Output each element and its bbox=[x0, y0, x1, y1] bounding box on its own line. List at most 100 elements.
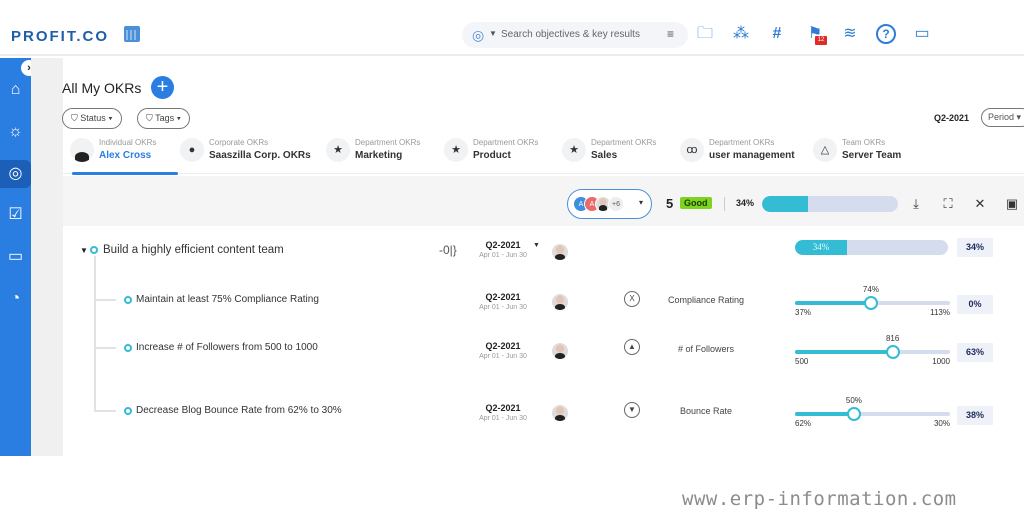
period-label: Q2-2021 bbox=[485, 292, 521, 302]
key-result-title[interactable]: Decrease Blog Bounce Rate from 62% to 30… bbox=[136, 405, 342, 416]
sidebar: ⌂ ☼ ◎ ☑ ▭ ◔ bbox=[0, 58, 31, 456]
start-value: 500 bbox=[795, 357, 809, 366]
home-icon: ⌂ bbox=[10, 81, 21, 98]
decrease-icon: ▼ bbox=[624, 402, 640, 418]
tab-label: Server Team bbox=[842, 150, 902, 161]
sidebar-item-home[interactable]: ⌂ bbox=[0, 76, 31, 104]
slider-fill bbox=[795, 301, 871, 305]
status-filter-label: Status bbox=[80, 113, 106, 123]
key-result-dot-icon bbox=[124, 344, 132, 352]
collapse-toggle-icon[interactable]: ▼ bbox=[80, 246, 88, 255]
key-result-slider[interactable]: 816 500 1000 bbox=[795, 334, 950, 366]
avatar[interactable] bbox=[552, 244, 568, 260]
search-input[interactable]: Search objectives & key results bbox=[501, 29, 640, 40]
add-okr-button[interactable]: + bbox=[151, 76, 174, 99]
task-calendar-icon: ☑ bbox=[8, 206, 23, 223]
tree-connector bbox=[94, 410, 116, 412]
slider-fill bbox=[795, 412, 854, 416]
tab-label: Marketing bbox=[355, 150, 403, 161]
key-result-title[interactable]: Increase # of Followers from 500 to 1000 bbox=[136, 342, 318, 353]
star-icon: ★ bbox=[326, 138, 350, 162]
star-icon: ★ bbox=[444, 138, 468, 162]
chevron-down-icon[interactable]: ▼ bbox=[489, 29, 497, 38]
objective-score: 34% bbox=[957, 238, 993, 257]
tab-subtitle: Team OKRs bbox=[842, 138, 886, 147]
progress-fill: 34% bbox=[795, 240, 848, 255]
period-dropdown[interactable]: Period ▾ bbox=[981, 108, 1024, 127]
objective-title[interactable]: Build a highly efficient content team bbox=[103, 244, 284, 256]
team-icon: △ bbox=[813, 138, 837, 162]
slider-handle[interactable] bbox=[863, 296, 878, 310]
sidebar-item-okrs[interactable]: ◎ bbox=[0, 160, 31, 188]
progress-fill bbox=[762, 196, 809, 212]
key-result-dot-icon bbox=[124, 296, 132, 304]
objective-period: Q2-2021 Apr 01 - Jun 30 bbox=[472, 240, 534, 259]
sidebar-item-feedback[interactable]: ▭ bbox=[0, 243, 31, 271]
help-icon[interactable]: ? bbox=[876, 24, 896, 44]
page-title: All My OKRs bbox=[62, 80, 142, 96]
hierarchy-icon[interactable]: ⁂ bbox=[731, 24, 751, 44]
key-result-title[interactable]: Maintain at least 75% Compliance Rating bbox=[136, 294, 319, 305]
sidebar-item-tasks[interactable]: ☑ bbox=[0, 201, 31, 229]
avatar bbox=[70, 138, 94, 162]
overall-progress-label: 34% bbox=[736, 198, 755, 208]
owners-filter[interactable]: A A +6 ▾ bbox=[567, 189, 652, 219]
slider-handle[interactable] bbox=[846, 407, 861, 421]
folder-search-icon[interactable]: 🗀 bbox=[695, 24, 715, 44]
avatar[interactable] bbox=[552, 405, 568, 421]
comment-icon[interactable]: ▣ bbox=[1003, 195, 1021, 213]
metric-name: Compliance Rating bbox=[667, 295, 745, 305]
metric-name: Bounce Rate bbox=[679, 406, 733, 416]
period-dates: Apr 01 - Jun 30 bbox=[479, 252, 527, 259]
target-range-icon: X bbox=[624, 291, 640, 307]
period-dates: Apr 01 - Jun 30 bbox=[479, 304, 527, 311]
okr-count: 5 bbox=[666, 196, 674, 211]
target-value: 1000 bbox=[932, 357, 950, 366]
metric-name: # of Followers bbox=[677, 344, 735, 354]
sidebar-item-ideas[interactable]: ☼ bbox=[0, 118, 31, 146]
tree-connector bbox=[94, 347, 116, 349]
tab-label: Sales bbox=[591, 150, 618, 161]
avatar[interactable] bbox=[552, 294, 568, 310]
layers-icon[interactable]: ≋ bbox=[840, 24, 860, 44]
users-icon: ꝏ bbox=[680, 138, 704, 162]
tags-filter-label: Tags bbox=[155, 113, 175, 123]
key-result-slider[interactable]: 50% 62% 30% bbox=[795, 396, 950, 428]
download-icon[interactable]: ⤓ bbox=[907, 195, 925, 213]
search-bar[interactable]: ◎ ▼ Search objectives & key results ≡ bbox=[462, 22, 688, 48]
more-owners-count: +6 bbox=[608, 196, 624, 212]
slider-fill bbox=[795, 350, 893, 354]
collapse-icon[interactable]: ✕ bbox=[971, 195, 989, 213]
period-label: Q2-2021 bbox=[485, 240, 521, 250]
sidebar-item-dashboard[interactable]: ◔ bbox=[0, 285, 31, 313]
tab-subtitle: Individual OKRs bbox=[99, 138, 157, 147]
slider-handle[interactable] bbox=[885, 345, 900, 359]
key-result-score: 63% bbox=[957, 343, 993, 362]
tab-subtitle: Corporate OKRs bbox=[209, 138, 269, 147]
presentation-icon[interactable]: ⛶ bbox=[939, 195, 957, 213]
target-icon[interactable]: ◎ bbox=[472, 27, 484, 44]
overall-progress-bar bbox=[762, 196, 898, 212]
chat-icon[interactable]: ▭ bbox=[912, 24, 932, 44]
avatar[interactable] bbox=[552, 343, 568, 359]
message-icon: ▭ bbox=[7, 248, 24, 265]
calendar-icon[interactable] bbox=[124, 26, 140, 42]
objective-progress-bar: 34% bbox=[795, 240, 948, 255]
gauge-icon: ◔ bbox=[10, 290, 21, 307]
tab-label: Saaszilla Corp. OKRs bbox=[209, 150, 311, 161]
app-logo[interactable]: PROFIT.CO bbox=[11, 28, 109, 45]
chevron-down-icon[interactable]: ▾ bbox=[639, 198, 643, 207]
globe-icon: ● bbox=[180, 138, 204, 162]
status-filter[interactable]: ⛉ Status ▾ bbox=[62, 108, 122, 129]
chevron-down-icon[interactable]: ▼ bbox=[533, 242, 540, 249]
hashtag-icon[interactable]: # bbox=[767, 24, 787, 44]
tags-filter[interactable]: ⛉ Tags ▾ bbox=[137, 108, 191, 129]
target-value: 113% bbox=[930, 308, 950, 317]
tab-subtitle: Department OKRs bbox=[709, 138, 775, 147]
target-value: 30% bbox=[933, 419, 950, 428]
period-dropdown-label: Period bbox=[988, 112, 1015, 122]
key-result-slider[interactable]: 74% 37% 113% bbox=[795, 285, 950, 317]
current-value: 50% bbox=[845, 396, 862, 405]
filter-icon[interactable]: ≡ bbox=[667, 27, 674, 41]
alignment-icon[interactable]: -0|} bbox=[439, 243, 457, 257]
